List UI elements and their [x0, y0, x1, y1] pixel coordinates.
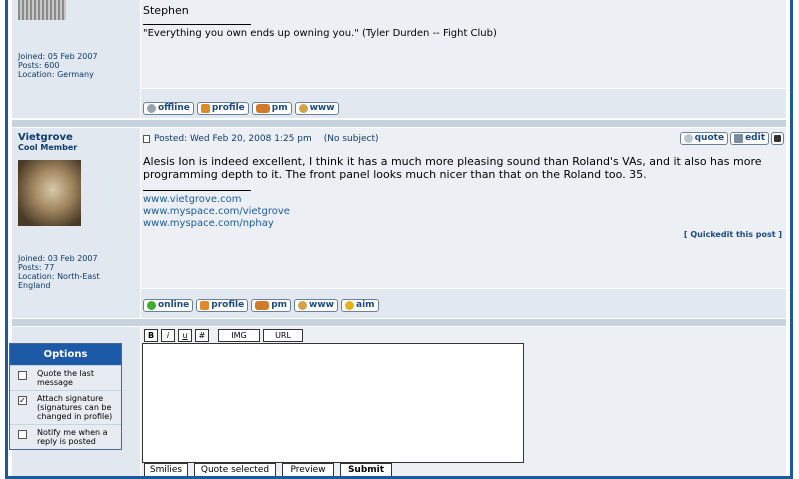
- aim-icon: [345, 301, 354, 310]
- post2-rank: Cool Member: [18, 143, 78, 152]
- pm-label: pm: [271, 103, 288, 113]
- quote-last-checkbox[interactable]: [18, 371, 27, 380]
- profile-icon: [200, 104, 210, 113]
- option-label: Notify me when a reply is posted: [37, 428, 108, 446]
- post2-actions: quote edit: [679, 132, 784, 145]
- options-panel: Options Quote the last message ✓ Attach …: [9, 343, 122, 450]
- option-label: Attach signature (signatures can be chan…: [37, 394, 113, 421]
- edit-icon: [734, 134, 744, 143]
- post2-buttons: online profile pm www aim: [143, 299, 379, 312]
- www-button[interactable]: www: [294, 299, 338, 312]
- post2-author-cell: Vietgrove Cool Member Joined: 03 Feb 200…: [12, 128, 140, 318]
- aim-label: aim: [356, 300, 375, 310]
- www-icon: [298, 104, 308, 113]
- www-icon: [298, 301, 308, 310]
- preview-button[interactable]: Preview: [282, 463, 334, 477]
- quote-icon: [683, 134, 693, 143]
- post2-subject: (No subject): [323, 134, 379, 144]
- post2-footer: online profile pm www aim: [141, 289, 786, 318]
- option-quote-last[interactable]: Quote the last message: [10, 365, 121, 390]
- post2-header: Posted: Wed Feb 20, 2008 1:25 pm (No sub…: [143, 134, 379, 144]
- online-icon: [147, 301, 156, 310]
- post1-location: Location: Germany: [18, 70, 94, 79]
- profile-label: profile: [211, 103, 245, 113]
- www-label: www: [309, 300, 334, 310]
- post2-username[interactable]: Vietgrove: [18, 132, 73, 143]
- quote-button[interactable]: quote: [679, 132, 729, 145]
- post1-body: Stephen "Everything you own ends up owni…: [141, 0, 786, 88]
- post1-posts: Posts: 600: [18, 61, 60, 70]
- profile-button[interactable]: profile: [196, 299, 249, 312]
- url-button[interactable]: URL: [263, 329, 303, 342]
- option-attach-signature[interactable]: ✓ Attach signature (signatures can be ch…: [10, 390, 121, 424]
- post1-message: Stephen: [143, 4, 189, 17]
- post2-posts: Posts: 77: [18, 263, 55, 272]
- option-label: Quote the last message: [37, 369, 94, 387]
- quote-selected-button[interactable]: Quote selected: [194, 463, 276, 477]
- post2-posted: Posted: Wed Feb 20, 2008 1:25 pm: [154, 134, 312, 144]
- aim-button[interactable]: aim: [341, 299, 379, 312]
- option-notify[interactable]: Notify me when a reply is posted: [10, 424, 121, 449]
- bold-button[interactable]: B: [144, 329, 158, 342]
- profile-button[interactable]: profile: [196, 102, 249, 115]
- quickedit-link[interactable]: [ Quickedit this post ]: [684, 230, 782, 239]
- signature-divider: [143, 190, 251, 191]
- left-border: [0, 0, 8, 479]
- post-separator: [12, 120, 786, 127]
- pm-label: pm: [271, 300, 288, 310]
- post-separator: [12, 319, 786, 326]
- img-button[interactable]: IMG: [218, 329, 260, 342]
- edit-label: edit: [745, 133, 765, 143]
- offline-button[interactable]: offline: [143, 102, 194, 115]
- pm-button[interactable]: pm: [251, 299, 292, 312]
- post-icon: [143, 135, 150, 143]
- smilies-button[interactable]: Smilies: [144, 463, 188, 477]
- underline-button[interactable]: u: [178, 329, 192, 342]
- www-button[interactable]: www: [294, 102, 339, 115]
- post2-location: Location: North-East England: [18, 272, 100, 290]
- quote-label: quote: [694, 133, 725, 143]
- post1-author-cell: Joined: 05 Feb 2007 Posts: 600 Location:…: [12, 0, 140, 118]
- post2-joined: Joined: 03 Feb 2007: [18, 254, 98, 263]
- right-border: [790, 0, 799, 479]
- post2-body: Posted: Wed Feb 20, 2008 1:25 pm (No sub…: [141, 128, 786, 288]
- offline-icon: [147, 104, 156, 113]
- delete-icon: [774, 135, 781, 142]
- profile-icon: [200, 301, 210, 310]
- edit-button[interactable]: edit: [730, 132, 769, 145]
- post1-joined: Joined: 05 Feb 2007: [18, 52, 98, 61]
- pm-icon: [255, 104, 270, 113]
- post1-signature: "Everything you own ends up owning you."…: [143, 28, 497, 39]
- pm-icon: [255, 301, 270, 310]
- signature-divider: [143, 24, 251, 25]
- code-button[interactable]: #: [195, 329, 209, 342]
- delete-button[interactable]: [771, 132, 784, 145]
- italic-button[interactable]: i: [161, 329, 175, 342]
- notify-checkbox[interactable]: [18, 430, 27, 439]
- online-button[interactable]: online: [143, 299, 194, 312]
- post1-footer: offline profile pm www: [141, 89, 786, 118]
- www-label: www: [309, 103, 335, 113]
- sig-link[interactable]: www.myspace.com/nphay: [143, 217, 274, 230]
- avatar: [18, 0, 66, 20]
- attach-signature-checkbox[interactable]: ✓: [18, 396, 27, 405]
- online-label: online: [158, 300, 190, 310]
- reply-footer-buttons: Smilies Quote selected Preview Submit: [144, 463, 392, 477]
- format-toolbar: B i u # IMG URL: [144, 329, 303, 342]
- forum-frame: Joined: 05 Feb 2007 Posts: 600 Location:…: [0, 0, 799, 479]
- avatar: [18, 160, 81, 226]
- offline-label: offline: [158, 103, 190, 113]
- options-title: Options: [10, 344, 121, 365]
- reply-textarea[interactable]: [142, 343, 524, 463]
- submit-button[interactable]: Submit: [340, 463, 392, 477]
- post1-buttons: offline profile pm www: [143, 102, 339, 115]
- pm-button[interactable]: pm: [251, 102, 292, 115]
- post2-message: Alesis Ion is indeed excellent, I think …: [143, 155, 762, 181]
- profile-label: profile: [211, 300, 245, 310]
